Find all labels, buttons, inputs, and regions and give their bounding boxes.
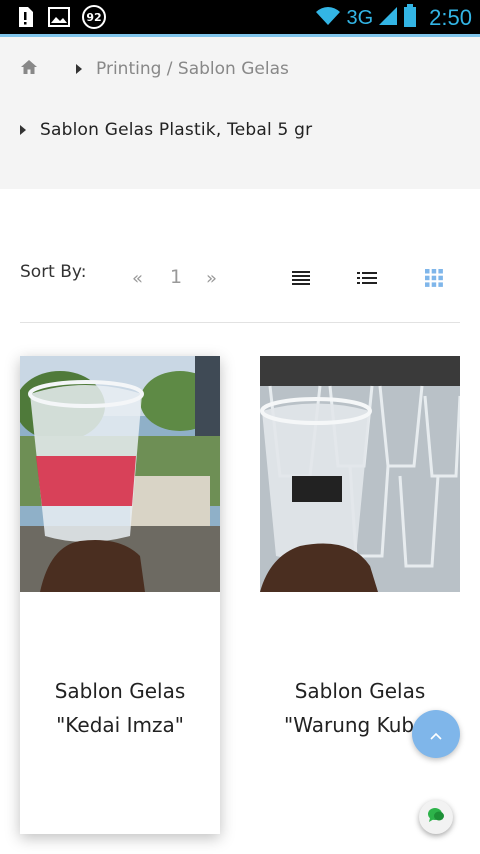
home-icon[interactable] bbox=[20, 59, 38, 79]
network-type: 3G bbox=[346, 6, 374, 29]
chat-icon bbox=[427, 807, 445, 827]
product-title-line1[interactable]: Sablon Gelas bbox=[260, 674, 460, 708]
breadcrumb-category[interactable]: Printing / Sablon Gelas bbox=[96, 59, 289, 79]
chevron-up-icon bbox=[430, 725, 442, 744]
product-card[interactable]: Sablon Gelas "Kedai Imza" bbox=[20, 356, 220, 834]
product-image[interactable] bbox=[260, 356, 460, 592]
chevron-right-icon bbox=[76, 64, 82, 74]
chat-button[interactable] bbox=[419, 800, 453, 834]
pager-prev-button[interactable]: « bbox=[132, 268, 143, 289]
product-title-line1[interactable]: Sablon Gelas bbox=[20, 674, 220, 708]
signal-icon bbox=[377, 5, 399, 31]
clock: 2:50 bbox=[429, 5, 472, 30]
sort-label[interactable]: Sort By: bbox=[20, 262, 86, 282]
grid-icon[interactable] bbox=[423, 268, 445, 288]
notification-badge: 92 bbox=[82, 5, 106, 29]
scroll-to-top-button[interactable] bbox=[412, 710, 460, 758]
status-bar: 92 3G 2:50 bbox=[0, 0, 480, 34]
product-title-line2[interactable]: "Kedai Imza" bbox=[20, 708, 220, 742]
alert-sd-icon bbox=[14, 6, 36, 28]
product-image[interactable] bbox=[20, 356, 220, 592]
list-compact-icon[interactable] bbox=[290, 268, 312, 288]
divider bbox=[20, 322, 460, 323]
product-card[interactable]: Sablon Gelas "Warung Kubu" bbox=[260, 356, 460, 834]
pager-next-button[interactable]: » bbox=[206, 268, 217, 289]
battery-icon bbox=[403, 4, 417, 32]
image-icon bbox=[48, 6, 70, 28]
wifi-icon bbox=[314, 5, 342, 31]
list-detail-icon[interactable] bbox=[356, 268, 378, 288]
pager-current-page[interactable]: 1 bbox=[170, 266, 182, 288]
breadcrumb-product[interactable]: Sablon Gelas Plastik, Tebal 5 gr bbox=[40, 120, 312, 140]
breadcrumb: Printing / Sablon Gelas Sablon Gelas Pla… bbox=[0, 37, 480, 189]
chevron-right-icon bbox=[20, 125, 26, 135]
sort-toolbar: Sort By: « 1 » bbox=[20, 260, 460, 300]
